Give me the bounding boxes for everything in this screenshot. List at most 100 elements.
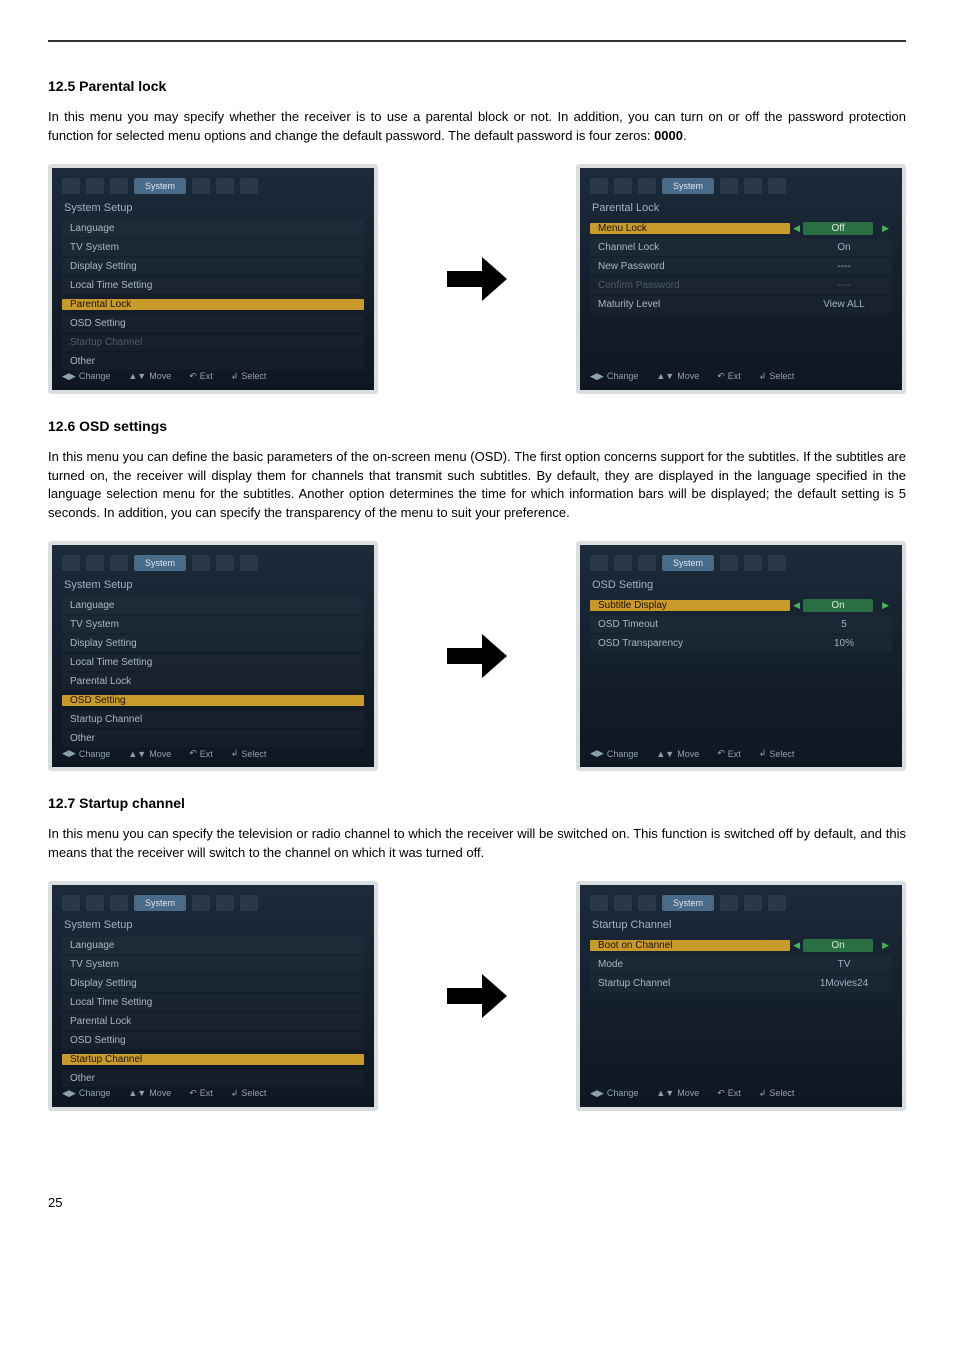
- tab-icon: [240, 178, 258, 194]
- menu-item-label: Startup Channel: [62, 714, 364, 725]
- setting-value: TV: [802, 959, 892, 970]
- left-triangle-icon: ◀: [790, 223, 803, 234]
- setup-list: Language TV System Display Setting Local Ti…: [62, 937, 364, 1087]
- menu-item-label: OSD Setting: [62, 695, 364, 706]
- menu-item[interactable]: Other: [62, 730, 364, 747]
- para-parental-a: In this menu you may specify whether the…: [48, 109, 906, 143]
- footer-select: ↲ Select: [231, 371, 267, 382]
- setting-row[interactable]: New Password----: [590, 258, 892, 275]
- menu-item[interactable]: TV System: [62, 616, 364, 633]
- panel-title: System Setup: [62, 198, 364, 220]
- menu-item-label: Parental Lock: [62, 299, 364, 310]
- setup-list: Language TV System Display Setting Local Ti…: [62, 597, 364, 747]
- menu-item-label: Local Time Setting: [62, 280, 364, 291]
- setting-value: 1Movies24: [802, 978, 892, 989]
- setting-label: Menu Lock: [590, 223, 790, 234]
- menu-item[interactable]: Local Time Setting: [62, 994, 364, 1011]
- menu-item-label: Other: [62, 356, 364, 367]
- menu-item-label: Local Time Setting: [62, 997, 364, 1008]
- osd-parental-lock: System Parental Lock Menu Lock◀Off▶Chann…: [576, 164, 906, 394]
- tab-icon: [110, 178, 128, 194]
- setting-label: Subtitle Display: [590, 600, 790, 611]
- osd-startup-channel: System Startup Channel Boot on Channel◀O…: [576, 881, 906, 1111]
- setting-value: 10%: [802, 638, 892, 649]
- menu-item[interactable]: TV System: [62, 956, 364, 973]
- setting-row[interactable]: OSD Timeout5: [590, 616, 892, 633]
- footer-change: ◀▶ Change: [62, 371, 110, 382]
- menu-item[interactable]: Startup Channel: [62, 711, 364, 728]
- menu-item[interactable]: OSD Setting: [62, 1032, 364, 1049]
- setup-list: Language TV System Display Setting Local Ti…: [62, 220, 364, 370]
- tab-icon: [86, 178, 104, 194]
- menu-item-label: Startup Channel: [62, 337, 364, 348]
- menu-item-label: TV System: [62, 619, 364, 630]
- setting-value: On: [803, 939, 873, 952]
- menu-item[interactable]: Parental Lock: [62, 1013, 364, 1030]
- menu-item[interactable]: Startup Channel: [62, 1051, 364, 1068]
- setting-row[interactable]: Menu Lock◀Off▶: [590, 220, 892, 237]
- setting-value: ----: [802, 261, 892, 272]
- menu-item[interactable]: Display Setting: [62, 975, 364, 992]
- menu-item[interactable]: Language: [62, 597, 364, 614]
- setting-label: New Password: [590, 261, 802, 272]
- setting-label: Startup Channel: [590, 978, 802, 989]
- menu-item[interactable]: Parental Lock: [62, 296, 364, 313]
- right-triangle-icon: ▶: [879, 940, 892, 951]
- footer-exit: ↶ Ext: [189, 371, 213, 382]
- heading-startup-channel: 12.7 Startup channel: [48, 795, 906, 811]
- setting-row[interactable]: Channel LockOn: [590, 239, 892, 256]
- menu-item[interactable]: OSD Setting: [62, 692, 364, 709]
- menu-item[interactable]: OSD Setting: [62, 315, 364, 332]
- parental-rows: Menu Lock◀Off▶ Channel LockOn New Password…: [590, 220, 892, 313]
- menu-item-label: Local Time Setting: [62, 657, 364, 668]
- setting-value: 5: [802, 619, 892, 630]
- menu-item[interactable]: Display Setting: [62, 258, 364, 275]
- arrow-icon: [437, 626, 517, 686]
- menu-item-label: Parental Lock: [62, 676, 364, 687]
- setting-row[interactable]: OSD Transparency10%: [590, 635, 892, 652]
- menu-item-label: Parental Lock: [62, 1016, 364, 1027]
- menu-item[interactable]: Language: [62, 937, 364, 954]
- menu-item-label: Other: [62, 1073, 364, 1084]
- startup-rows: Boot on Channel◀On▶ModeTVStartup Channel…: [590, 937, 892, 992]
- setting-row[interactable]: Subtitle Display◀On▶: [590, 597, 892, 614]
- arrow-icon: [437, 249, 517, 309]
- panel-title: Parental Lock: [590, 198, 892, 220]
- menu-item[interactable]: Language: [62, 220, 364, 237]
- para-osd-settings: In this menu you can define the basic pa…: [48, 448, 906, 523]
- footer-move: ▲▼ Move: [128, 371, 171, 381]
- setting-label: OSD Transparency: [590, 638, 802, 649]
- menu-item[interactable]: TV System: [62, 239, 364, 256]
- menu-item[interactable]: Display Setting: [62, 635, 364, 652]
- menu-item[interactable]: Local Time Setting: [62, 277, 364, 294]
- setting-row[interactable]: Boot on Channel◀On▶: [590, 937, 892, 954]
- right-triangle-icon: ▶: [879, 600, 892, 611]
- osd-footer: ◀▶ Change ▲▼ Move ↶ Ext ↲ Select: [62, 371, 364, 382]
- setting-row[interactable]: Startup Channel1Movies24: [590, 975, 892, 992]
- menu-item[interactable]: Parental Lock: [62, 673, 364, 690]
- figure-row-osd: System System Setup LanguageTV SystemDis…: [48, 541, 906, 771]
- setting-label: OSD Timeout: [590, 619, 802, 630]
- setting-row[interactable]: ModeTV: [590, 956, 892, 973]
- menu-item[interactable]: Other: [62, 1070, 364, 1087]
- menu-item-label: Language: [62, 940, 364, 951]
- menu-item-label: Startup Channel: [62, 1054, 364, 1065]
- menu-item[interactable]: Other: [62, 353, 364, 370]
- osd-osd-setting: System OSD Setting Subtitle Display◀On▶O…: [576, 541, 906, 771]
- setting-label: Confirm Password: [590, 280, 802, 291]
- setting-row[interactable]: Maturity LevelView ALL: [590, 296, 892, 313]
- menu-item[interactable]: Startup Channel: [62, 334, 364, 351]
- setting-value: ----: [802, 280, 892, 291]
- setting-value: View ALL: [802, 299, 892, 310]
- tab-system: System: [134, 178, 186, 194]
- menu-item-label: OSD Setting: [62, 1035, 364, 1046]
- figure-row-parental: System System Setup Language TV System Dis…: [48, 164, 906, 394]
- setting-row[interactable]: Confirm Password----: [590, 277, 892, 294]
- osd-system-setup-startup: System System Setup LanguageTV SystemDis…: [48, 881, 378, 1111]
- menu-item[interactable]: Local Time Setting: [62, 654, 364, 671]
- tab-icon: [62, 178, 80, 194]
- setting-label: Mode: [590, 959, 802, 970]
- left-triangle-icon: ◀: [790, 940, 803, 951]
- tab-icon: [192, 178, 210, 194]
- tab-icon: [216, 178, 234, 194]
